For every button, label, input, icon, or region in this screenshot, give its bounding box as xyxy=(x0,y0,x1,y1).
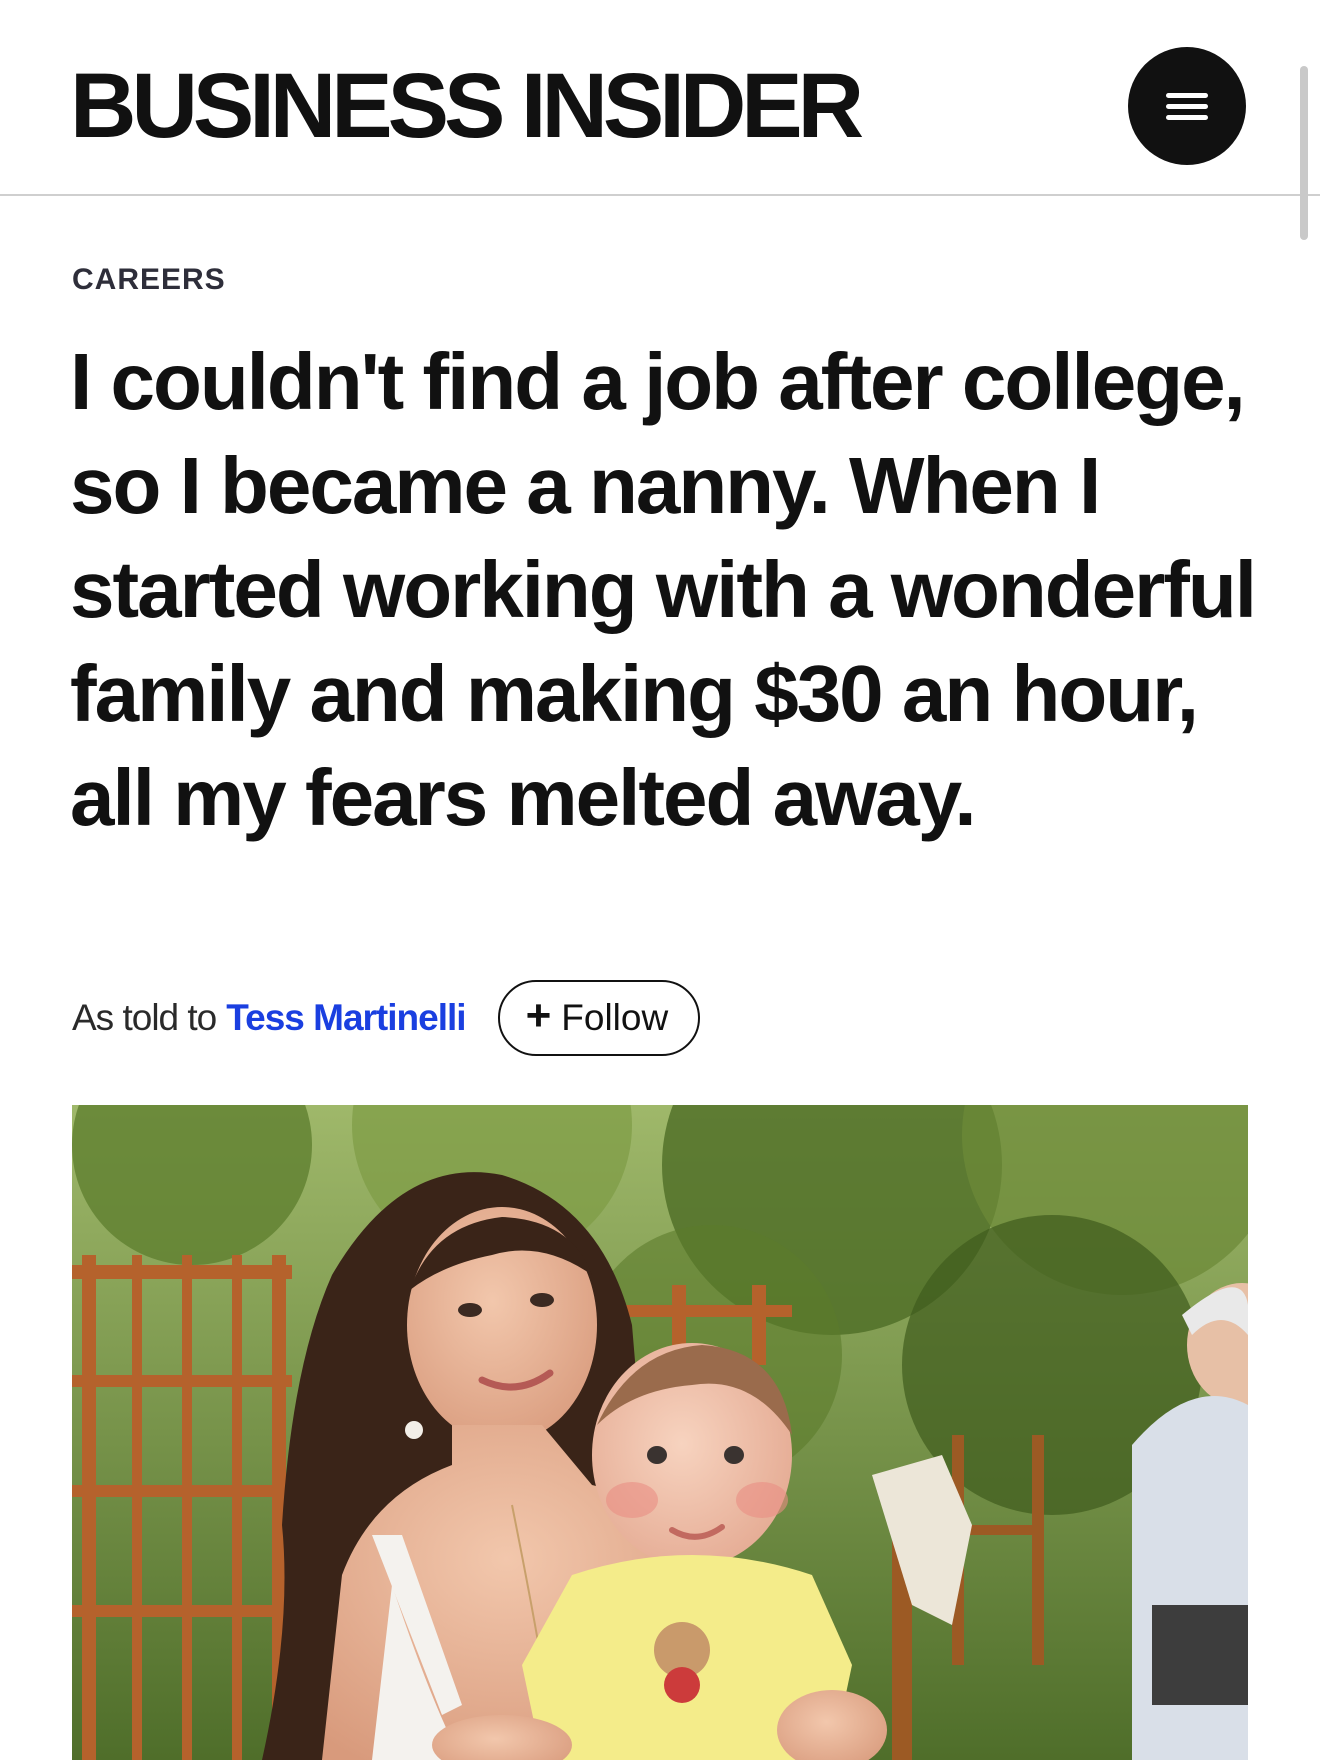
author-link[interactable]: Tess Martinelli xyxy=(226,997,466,1039)
hero-photo-illustration xyxy=(72,1105,1248,1760)
plus-icon: + xyxy=(525,991,552,1040)
article-page: BUSINESS INSIDER CAREERS I couldn't find… xyxy=(0,0,1320,1760)
hamburger-menu-icon-line xyxy=(1166,104,1208,109)
category-label[interactable]: CAREERS xyxy=(72,263,226,297)
article-headline: I couldn't find a job after college, so … xyxy=(70,337,1257,842)
hamburger-menu-icon-line xyxy=(1166,115,1208,120)
site-logo[interactable]: BUSINESS INSIDER xyxy=(70,56,864,156)
hero-image xyxy=(72,1105,1248,1760)
hamburger-menu-icon xyxy=(1166,93,1208,98)
scrollbar-thumb[interactable] xyxy=(1300,66,1308,240)
follow-button[interactable]: + Follow xyxy=(497,980,701,1056)
menu-button[interactable] xyxy=(1128,47,1246,165)
byline-prefix: As told to xyxy=(72,997,217,1038)
follow-label: Follow xyxy=(561,997,669,1038)
site-header: BUSINESS INSIDER xyxy=(0,0,1320,196)
byline: As told to Tess Martinelli + Follow xyxy=(72,978,701,1058)
